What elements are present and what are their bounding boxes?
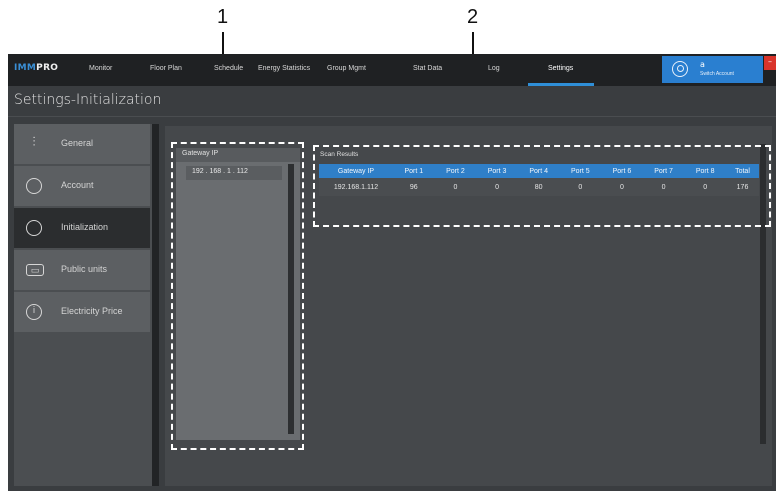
nav-stat-data[interactable]: Stat Data	[413, 65, 442, 72]
nav-energy-statistics[interactable]: Energy Statistics	[258, 65, 310, 72]
nav-schedule[interactable]: Schedule	[214, 65, 243, 72]
user-icon	[26, 178, 42, 194]
switch-account-button[interactable]: a Switch Account	[662, 56, 763, 83]
minimize-button[interactable]: –	[764, 56, 776, 70]
callout-2: 2	[467, 6, 479, 28]
nav-active-indicator	[528, 83, 594, 86]
callout-1: 1	[217, 6, 229, 28]
sidebar-scrollbar[interactable]	[152, 124, 159, 486]
user-icon	[672, 61, 688, 77]
nav-monitor[interactable]: Monitor	[89, 65, 112, 72]
top-nav-bar: IMMPRO Monitor Floor Plan Schedule Energ…	[8, 54, 776, 86]
sliders-icon: ⫶	[32, 135, 36, 150]
highlight-box-scan-results	[313, 145, 771, 227]
switch-account-label: Switch Account	[700, 71, 734, 77]
account-name: a	[700, 60, 705, 69]
sidebar-item-general[interactable]: ⫶ General	[14, 124, 150, 164]
sidebar-item-initialization[interactable]: Initialization	[14, 208, 150, 248]
highlight-box-gateway-list	[171, 142, 304, 450]
sidebar-item-account[interactable]: Account	[14, 166, 150, 206]
title-divider	[8, 116, 776, 117]
app-window: IMMPRO Monitor Floor Plan Schedule Energ…	[8, 54, 776, 491]
nav-group-mgmt[interactable]: Group Mgmt	[327, 65, 366, 72]
sidebar-item-public-units[interactable]: ▭ Public units	[14, 250, 150, 290]
settings-sidebar: ⫶ General Account Initialization ▭ Publi…	[14, 124, 152, 486]
search-gear-icon	[26, 220, 42, 236]
nav-settings[interactable]: Settings	[548, 65, 573, 72]
brand-logo: IMMPRO	[14, 63, 59, 73]
nav-floor-plan[interactable]: Floor Plan	[150, 65, 182, 72]
nav-log[interactable]: Log	[488, 65, 500, 72]
sidebar-item-electricity-price[interactable]: i Electricity Price	[14, 292, 150, 332]
info-icon: i	[26, 304, 42, 320]
page-title: Settings-Initialization	[14, 92, 162, 108]
display-icon: ▭	[26, 264, 44, 276]
